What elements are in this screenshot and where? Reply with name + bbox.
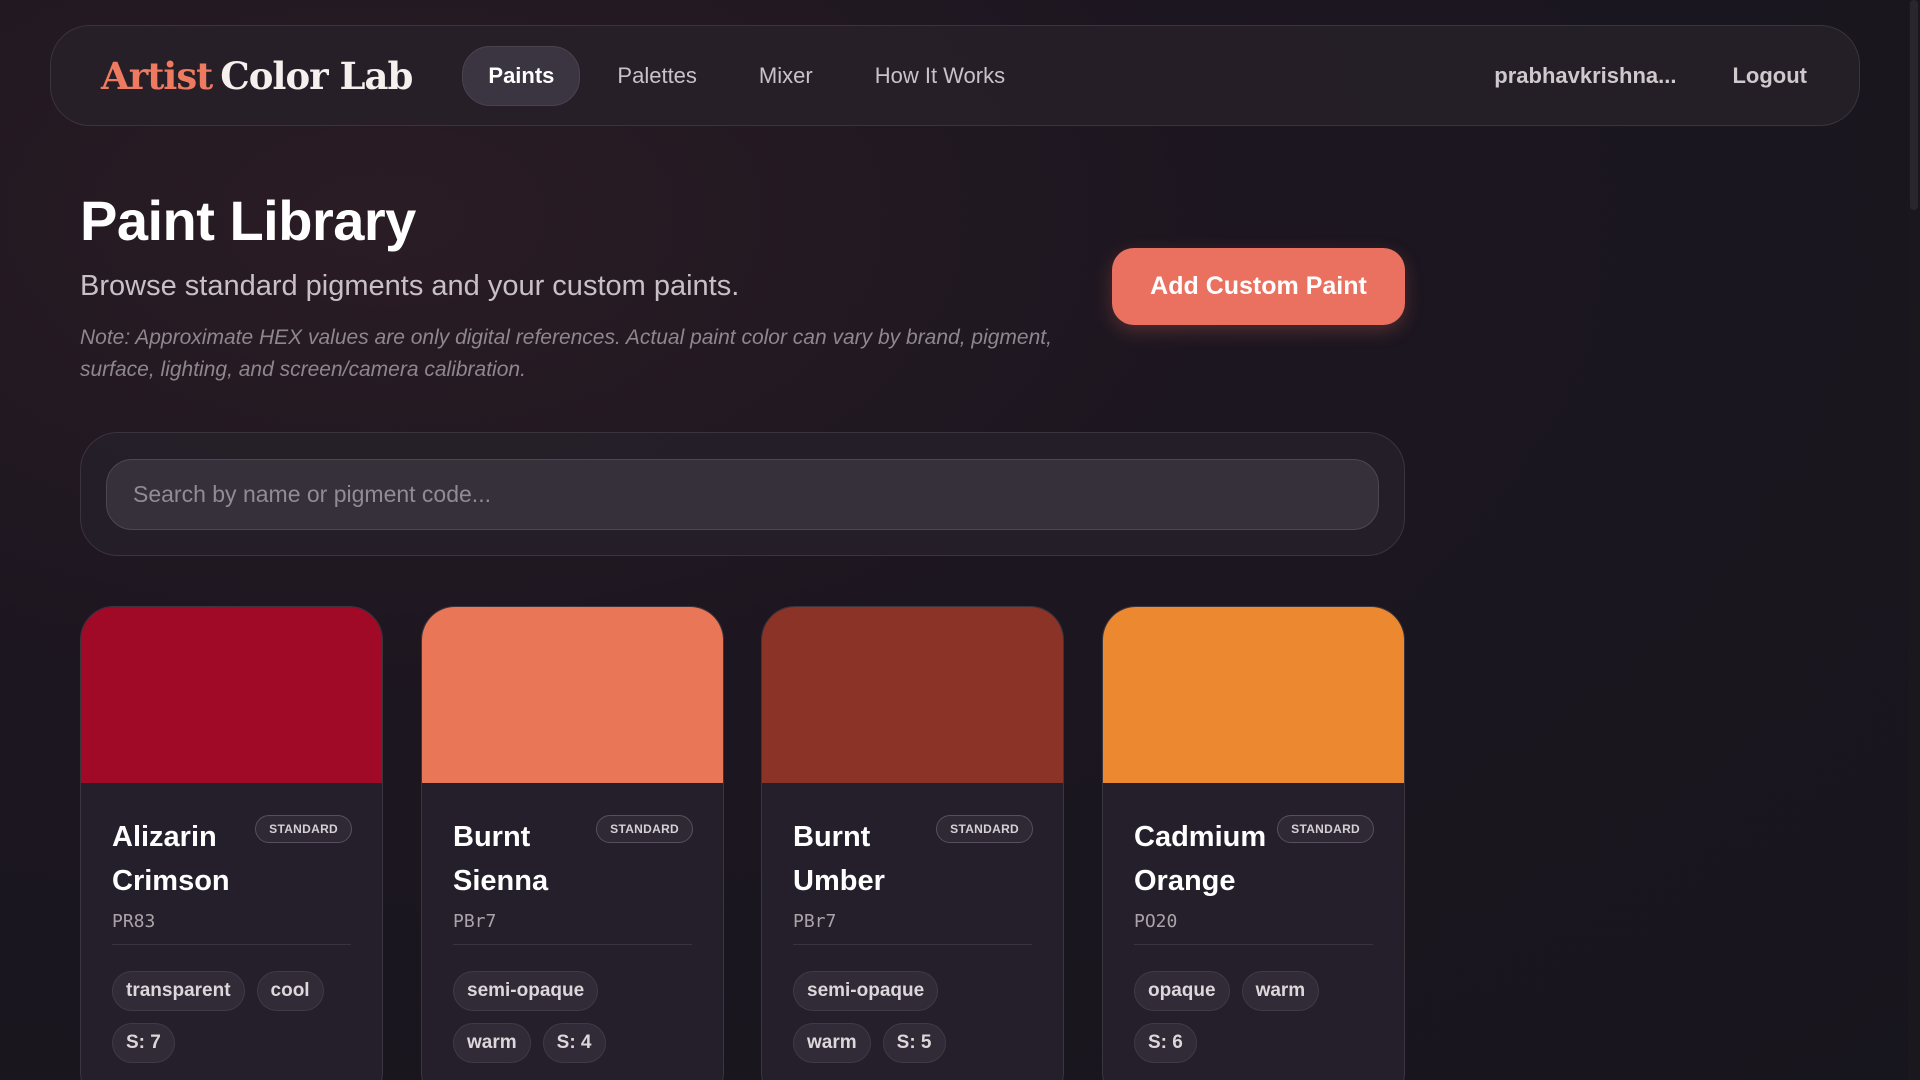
tag-staining: S: 7 — [112, 1023, 175, 1063]
search-panel — [80, 432, 1405, 556]
pigment-code: PBr7 — [793, 911, 1032, 945]
tag-opacity: transparent — [112, 971, 245, 1011]
color-swatch — [422, 607, 723, 783]
page-scrollbar[interactable] — [1908, 0, 1920, 1080]
tag-opacity: semi-opaque — [793, 971, 939, 1011]
tag-list: semi-opaque warm S: 4 — [453, 971, 692, 1075]
standard-badge: STANDARD — [596, 815, 693, 843]
tag-opacity: opaque — [1134, 971, 1230, 1011]
pigment-code: PO20 — [1134, 911, 1373, 945]
tag-list: semi-opaque warm S: 5 — [793, 971, 1032, 1075]
nav-item-how-it-works[interactable]: How It Works — [850, 47, 1030, 105]
tag-temperature: warm — [1241, 971, 1320, 1011]
paint-name: Burnt Sienna — [453, 821, 549, 897]
paint-name: Burnt Umber — [793, 821, 885, 897]
color-swatch — [762, 607, 1063, 783]
paint-card[interactable]: Cadmium Orange PO20 opaque warm S: 6 STA… — [1102, 606, 1405, 1080]
standard-badge: STANDARD — [1277, 815, 1374, 843]
pigment-code: PBr7 — [453, 911, 692, 945]
top-navbar: Artist Color Lab Paints Palettes Mixer Ho… — [50, 25, 1860, 126]
standard-badge: STANDARD — [936, 815, 1033, 843]
color-swatch — [1103, 607, 1404, 783]
scrollbar-thumb[interactable] — [1910, 0, 1918, 210]
paint-card[interactable]: Burnt Umber PBr7 semi-opaque warm S: 5 S… — [761, 606, 1064, 1080]
brand-part-color-lab: Color Lab — [220, 53, 413, 98]
page-subtitle: Browse standard pigments and your custom… — [80, 270, 740, 302]
search-input[interactable] — [106, 459, 1379, 530]
add-custom-paint-button[interactable]: Add Custom Paint — [1112, 248, 1405, 325]
tag-temperature: cool — [256, 971, 324, 1011]
pigment-code: PR83 — [112, 911, 351, 945]
paint-name: Cadmium Orange — [1134, 821, 1267, 897]
tag-opacity: semi-opaque — [453, 971, 599, 1011]
tag-list: opaque warm S: 6 — [1134, 971, 1373, 1075]
paint-card[interactable]: Alizarin Crimson PR83 transparent cool S… — [80, 606, 383, 1080]
paint-name: Alizarin Crimson — [112, 821, 230, 897]
color-swatch — [81, 607, 382, 783]
tag-staining: S: 6 — [1134, 1023, 1197, 1063]
color-accuracy-note: Note: Approximate HEX values are only di… — [80, 326, 1052, 381]
tag-list: transparent cool S: 7 — [112, 971, 351, 1075]
tag-temperature: warm — [453, 1023, 531, 1063]
standard-badge: STANDARD — [255, 815, 352, 843]
paint-card[interactable]: Burnt Sienna PBr7 semi-opaque warm S: 4 … — [421, 606, 724, 1080]
page-title: Paint Library — [80, 189, 416, 252]
brand-part-artist: Artist — [101, 53, 213, 98]
nav-item-paints[interactable]: Paints — [462, 45, 581, 106]
tag-temperature: warm — [793, 1023, 871, 1063]
tag-staining: S: 5 — [882, 1023, 946, 1063]
nav-item-mixer[interactable]: Mixer — [734, 47, 838, 105]
logout-button[interactable]: Logout — [1732, 63, 1807, 89]
user-name[interactable]: prabhavkrishna... — [1494, 63, 1676, 89]
nav-item-palettes[interactable]: Palettes — [592, 47, 722, 105]
tag-staining: S: 4 — [542, 1023, 606, 1063]
brand-logo[interactable]: Artist Color Lab — [101, 53, 413, 98]
